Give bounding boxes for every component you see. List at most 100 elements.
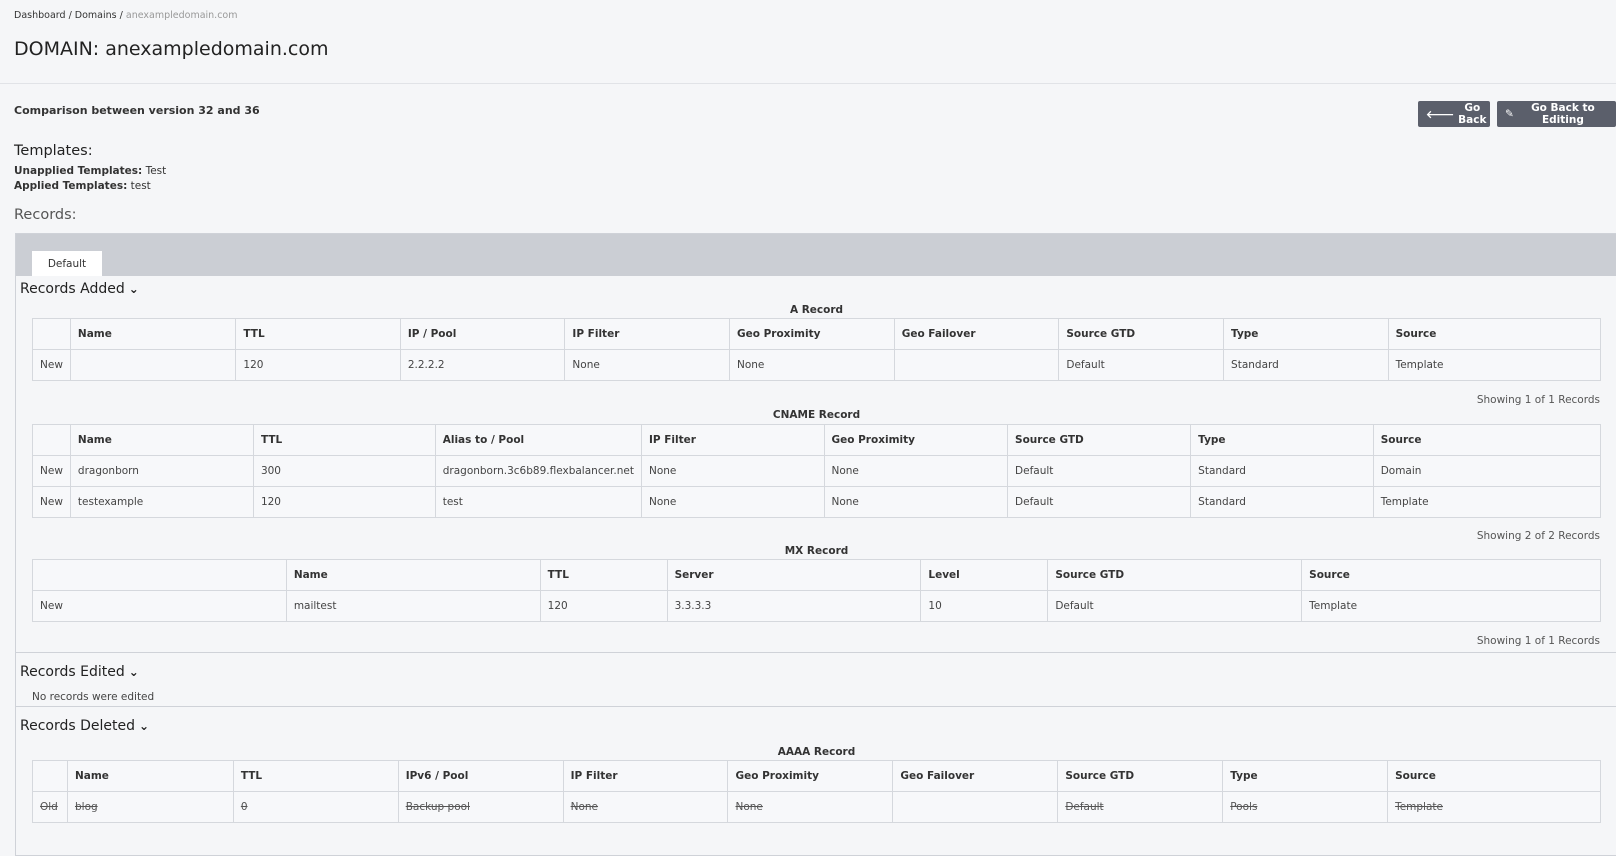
column-header: Geo Failover: [892, 760, 1059, 792]
column-header: TTL: [235, 318, 401, 350]
column-header: [32, 760, 68, 792]
column-header: [32, 318, 71, 350]
table-cell: None: [823, 455, 1009, 487]
go-back-label: Go Back: [1458, 102, 1487, 126]
tab-default[interactable]: Default: [32, 251, 102, 276]
records-added-toggle[interactable]: Records Added ⌄: [20, 281, 139, 297]
column-header: IP Filter: [562, 760, 729, 792]
column-header: Name: [285, 559, 541, 591]
table-cell: Domain: [1372, 455, 1602, 487]
table-header-row: Name TTL Server Level Source GTD Source: [32, 559, 1601, 591]
table-cell: New: [32, 349, 71, 381]
comparison-text: Comparison between version 32 and 36: [14, 104, 260, 117]
column-header: Alias to / Pool: [434, 424, 642, 456]
table-cell: 120: [235, 349, 401, 381]
records-edited-label: Records Edited: [20, 664, 125, 680]
arrow-left-icon: 🡐: [1426, 108, 1455, 121]
cname-record-title: CNAME Record: [772, 409, 861, 421]
table-header-row: Name TTL IPv6 / Pool IP Filter Geo Proxi…: [32, 760, 1601, 792]
table-cell: mailtest: [285, 590, 541, 622]
column-header: Name: [69, 318, 237, 350]
column-header: Geo Proximity: [727, 760, 894, 792]
column-header: [32, 424, 71, 456]
column-header: Source GTD: [1058, 318, 1225, 350]
breadcrumb: Dashboard / Domains / anexampledomain.co…: [14, 10, 238, 21]
column-header: Source GTD: [1007, 424, 1192, 456]
breadcrumb-separator: /: [116, 10, 126, 21]
no-records-edited: No records were edited: [32, 691, 155, 703]
table-cell: [892, 791, 1059, 823]
a-record-title: A Record: [789, 304, 844, 316]
column-header: IP Filter: [564, 318, 730, 350]
table-header-row: Name TTL Alias to / Pool IP Filter Geo P…: [32, 424, 1602, 456]
applied-templates: Applied Templates: test: [14, 180, 151, 192]
go-back-to-editing-label: Go Back to Editing: [1531, 102, 1595, 126]
a-record-showing: Showing 1 of 1 Records: [1476, 394, 1600, 406]
records-panel: Default Records Added ⌄ A Record Name TT…: [15, 233, 1616, 856]
chevron-down-icon: ⌄: [128, 282, 139, 296]
unapplied-templates: Unapplied Templates: Test: [14, 165, 166, 177]
column-header: Server: [666, 559, 922, 591]
table-cell: Default: [1007, 486, 1192, 518]
records-heading: Records:: [14, 207, 77, 223]
column-header: Name: [69, 424, 254, 456]
breadcrumb-current: anexampledomain.com: [125, 10, 238, 21]
cname-record-showing: Showing 2 of 2 Records: [1476, 530, 1600, 542]
table-cell: Template: [1387, 791, 1601, 823]
table-cell: 10: [920, 590, 1049, 622]
records-deleted-label: Records Deleted: [20, 718, 136, 734]
mx-record-table: Name TTL Server Level Source GTD Source …: [32, 559, 1601, 622]
table-cell: 300: [252, 455, 436, 487]
column-header: Source: [1387, 318, 1602, 350]
records-deleted-toggle[interactable]: Records Deleted ⌄: [20, 718, 149, 734]
header-divider: [0, 83, 1616, 84]
table-cell: testexample: [69, 486, 254, 518]
table-cell: 120: [252, 486, 436, 518]
a-record-table: Name TTL IP / Pool IP Filter Geo Proximi…: [32, 318, 1602, 381]
breadcrumb-domains[interactable]: Domains: [75, 10, 117, 21]
table-header: Name TTL IP / Pool IP Filter Geo Proximi…: [32, 318, 1602, 350]
column-header: IP Filter: [640, 424, 825, 456]
column-header: Source GTD: [1057, 760, 1224, 792]
go-back-button[interactable]: 🡐 Go Back: [1418, 101, 1490, 127]
table-header: Name TTL IPv6 / Pool IP Filter Geo Proxi…: [32, 760, 1601, 792]
table-cell: None: [562, 791, 729, 823]
column-header: Name: [66, 760, 234, 792]
column-header: Type: [1222, 760, 1389, 792]
table-row: New testexample 120 test None None Defau…: [32, 486, 1602, 518]
breadcrumb-dashboard[interactable]: Dashboard: [14, 10, 66, 21]
section-divider: [16, 706, 1616, 707]
table-cell: [893, 349, 1060, 381]
table-cell: None: [727, 791, 894, 823]
table-cell: None: [564, 349, 730, 381]
tab-bar: Default: [16, 234, 1616, 276]
aaaa-record-table: Name TTL IPv6 / Pool IP Filter Geo Proxi…: [32, 760, 1601, 823]
table-cell: Template: [1301, 590, 1601, 622]
chevron-down-icon: ⌄: [139, 719, 150, 733]
pencil-icon: ✎: [1505, 108, 1514, 120]
table-header: Name TTL Server Level Source GTD Source: [32, 559, 1601, 591]
table-cell: None: [728, 349, 895, 381]
column-header: Type: [1190, 424, 1374, 456]
table-cell: Standard: [1190, 455, 1374, 487]
column-header: IPv6 / Pool: [397, 760, 564, 792]
unapplied-templates-value: Test: [145, 165, 167, 177]
aaaa-record-title: AAAA Record: [777, 746, 856, 758]
column-header: Source: [1387, 760, 1601, 792]
table-cell: Default: [1058, 349, 1225, 381]
table-cell: Default: [1057, 791, 1224, 823]
column-header: Source: [1301, 559, 1601, 591]
table-cell: Template: [1372, 486, 1602, 518]
table-cell: Old: [32, 791, 68, 823]
column-header: Type: [1223, 318, 1389, 350]
table-cell: dragonborn: [69, 455, 254, 487]
table-cell: 3.3.3.3: [666, 590, 922, 622]
go-back-to-editing-button[interactable]: ✎ Go Back to Editing: [1497, 101, 1616, 127]
records-edited-toggle[interactable]: Records Edited ⌄: [20, 664, 139, 680]
table-header-row: Name TTL IP / Pool IP Filter Geo Proximi…: [32, 318, 1602, 350]
table-cell: None: [823, 486, 1009, 518]
table-cell: Standard: [1223, 349, 1389, 381]
templates-heading: Templates:: [14, 143, 93, 159]
column-header: Geo Failover: [893, 318, 1060, 350]
table-cell: 2.2.2.2: [399, 349, 566, 381]
